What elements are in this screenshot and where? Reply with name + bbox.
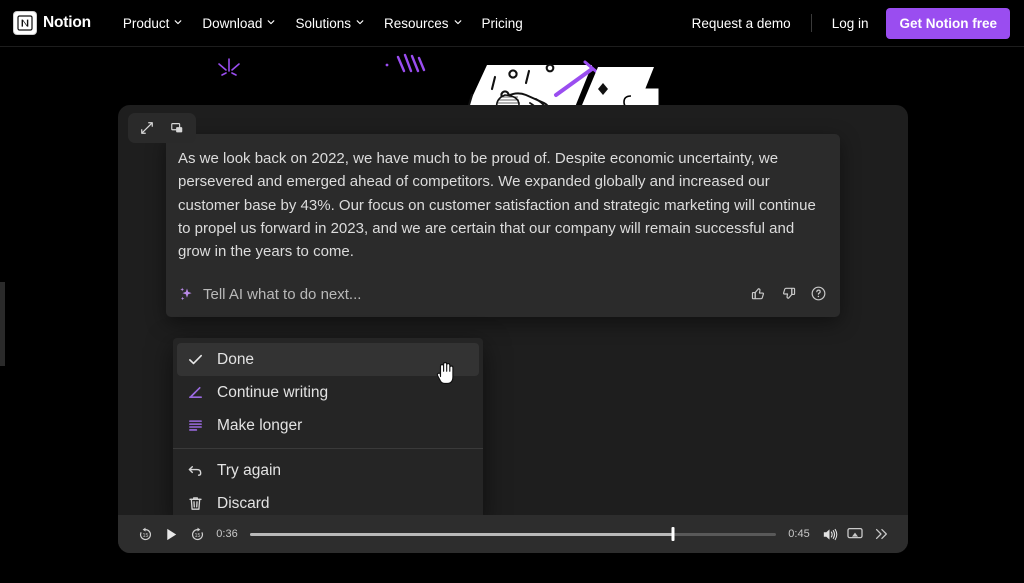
get-notion-free-button[interactable]: Get Notion free bbox=[886, 7, 1010, 39]
menu-item-continue-writing-label: Continue writing bbox=[217, 383, 329, 401]
player-top-controls bbox=[128, 113, 196, 143]
brand-name: Notion bbox=[43, 14, 91, 31]
ai-prompt-input[interactable]: Tell AI what to do next... bbox=[203, 286, 741, 303]
video-player[interactable]: As we look back on 2022, we have much to… bbox=[118, 105, 908, 553]
trash-icon bbox=[185, 494, 205, 514]
rewind-15-icon[interactable]: 15 bbox=[132, 521, 158, 547]
remaining-time-label: 0:45 bbox=[788, 528, 810, 540]
menu-item-try-again[interactable]: Try again bbox=[177, 454, 479, 487]
ai-result-card: As we look back on 2022, we have much to… bbox=[166, 134, 840, 318]
thumbs-up-icon[interactable] bbox=[750, 285, 768, 303]
nav-item-download-label: Download bbox=[202, 15, 263, 31]
forward-15-icon[interactable]: 15 bbox=[184, 521, 210, 547]
chevron-down-icon bbox=[356, 18, 364, 26]
nav-item-solutions-label: Solutions bbox=[295, 15, 351, 31]
more-icon[interactable] bbox=[868, 521, 894, 547]
help-icon[interactable] bbox=[810, 285, 828, 303]
chevron-down-icon bbox=[267, 18, 275, 26]
expand-icon[interactable] bbox=[134, 117, 160, 139]
request-demo-link[interactable]: Request a demo bbox=[682, 10, 801, 37]
notion-logo[interactable]: Notion bbox=[14, 12, 91, 34]
nav-links: Product Download Solutions Resources Pri… bbox=[113, 10, 533, 37]
menu-item-try-again-label: Try again bbox=[217, 461, 282, 479]
player-control-bar: 15 15 0:36 0:45 bbox=[118, 515, 908, 553]
menu-divider bbox=[173, 448, 483, 449]
ai-generated-text: As we look back on 2022, we have much to… bbox=[178, 150, 816, 261]
pencil-icon bbox=[185, 383, 205, 403]
nav-item-product-label: Product bbox=[122, 15, 170, 31]
nav-item-pricing-label: Pricing bbox=[481, 15, 523, 31]
nav-item-download[interactable]: Download bbox=[192, 10, 285, 37]
scrubber-handle[interactable] bbox=[671, 527, 675, 541]
menu-item-continue-writing[interactable]: Continue writing bbox=[177, 376, 479, 409]
airplay-icon[interactable] bbox=[842, 521, 868, 547]
chevron-down-icon bbox=[454, 18, 462, 26]
picture-in-picture-icon[interactable] bbox=[164, 117, 190, 139]
ai-options-menu: Done Continue writing Make longer Try ag… bbox=[173, 338, 483, 520]
lines-icon bbox=[185, 416, 205, 436]
notion-mark-icon bbox=[14, 12, 36, 34]
nav-item-resources-label: Resources bbox=[384, 15, 449, 31]
svg-text:15: 15 bbox=[142, 533, 148, 539]
nav-item-resources[interactable]: Resources bbox=[374, 10, 472, 37]
current-time-label: 0:36 bbox=[216, 528, 238, 540]
thumbs-down-icon[interactable] bbox=[780, 285, 798, 303]
svg-text:15: 15 bbox=[194, 533, 200, 539]
nav-item-solutions[interactable]: Solutions bbox=[285, 10, 374, 37]
nav-item-product[interactable]: Product bbox=[113, 10, 193, 37]
menu-item-make-longer-label: Make longer bbox=[217, 416, 303, 434]
menu-item-make-longer[interactable]: Make longer bbox=[177, 409, 479, 442]
menu-item-done-label: Done bbox=[217, 350, 255, 368]
menu-item-done[interactable]: Done bbox=[177, 343, 479, 376]
scrubber-fill bbox=[250, 532, 674, 536]
play-icon[interactable] bbox=[158, 521, 184, 547]
nav-right-group: Request a demo Log in Get Notion free bbox=[682, 7, 1010, 39]
login-link[interactable]: Log in bbox=[822, 10, 879, 37]
chevron-down-icon bbox=[174, 18, 182, 26]
page-left-accent-strip bbox=[0, 282, 5, 366]
ai-prompt-row[interactable]: Tell AI what to do next... bbox=[166, 275, 840, 317]
check-icon bbox=[185, 350, 205, 370]
nav-item-pricing[interactable]: Pricing bbox=[472, 10, 533, 37]
top-navbar: Notion Product Download Solutions Resour… bbox=[0, 0, 1024, 47]
undo-icon bbox=[185, 461, 205, 481]
ai-feedback-actions bbox=[750, 285, 828, 303]
page-root: Notion Product Download Solutions Resour… bbox=[0, 0, 1024, 583]
ai-sparkle-icon bbox=[178, 286, 194, 302]
progress-scrubber[interactable] bbox=[250, 525, 776, 543]
menu-item-discard-label: Discard bbox=[217, 494, 270, 512]
nav-divider bbox=[810, 14, 812, 32]
volume-icon[interactable] bbox=[816, 521, 842, 547]
